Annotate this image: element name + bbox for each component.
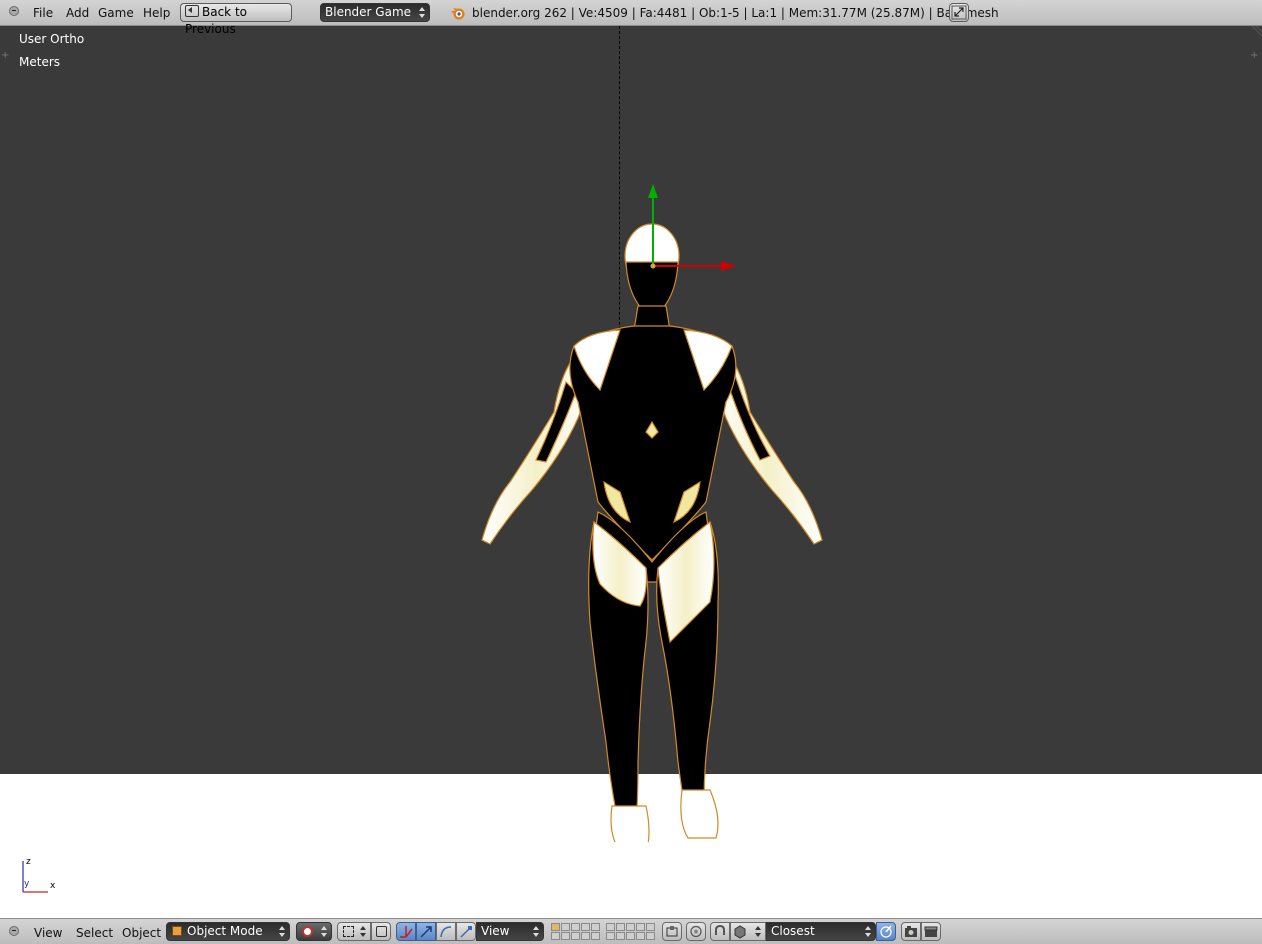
- snap-align-rotation-button[interactable]: [876, 922, 896, 941]
- menu-select[interactable]: Select: [76, 926, 113, 940]
- view-axis-gizmo: [22, 861, 48, 893]
- back-arrow-icon: [185, 5, 199, 17]
- manipulator-axes-icon: [400, 926, 413, 938]
- clapperboard-icon: [924, 926, 938, 937]
- layer-button[interactable]: [581, 932, 590, 940]
- menu-object[interactable]: Object: [122, 926, 161, 940]
- snap-target-select[interactable]: Closest: [766, 922, 876, 941]
- layer-button[interactable]: [591, 923, 600, 931]
- fullscreen-button[interactable]: [949, 3, 969, 22]
- collapse-header-icon[interactable]: [9, 6, 19, 16]
- layer-button[interactable]: [591, 932, 600, 940]
- units-label: Meters: [19, 55, 61, 69]
- scene-layers-group-1[interactable]: [551, 923, 600, 940]
- updown-arrows-icon: [533, 926, 539, 937]
- back-to-previous-button[interactable]: Back to Previous: [180, 3, 292, 36]
- axis-x-label: x: [50, 881, 56, 891]
- updown-arrows-icon: [755, 926, 761, 937]
- camera-icon: [905, 926, 917, 937]
- axis-y-label: y: [24, 879, 30, 889]
- fullscreen-icon: [951, 5, 967, 20]
- layer-button[interactable]: [616, 923, 625, 931]
- region-toggle-left-icon[interactable]: +: [1, 50, 9, 61]
- layer-button[interactable]: [616, 932, 625, 940]
- layer-button[interactable]: [646, 932, 655, 940]
- updown-arrows-icon: [865, 926, 871, 937]
- center-points-icon: [376, 926, 387, 937]
- layer-button[interactable]: [581, 923, 590, 931]
- translate-manipulator-button[interactable]: [416, 922, 436, 941]
- pivot-bounding-box-icon: [343, 926, 354, 937]
- menu-add[interactable]: Add: [66, 6, 89, 20]
- layer-button[interactable]: [636, 923, 645, 931]
- viewport-shading-select[interactable]: [296, 922, 332, 941]
- transform-orientation-select[interactable]: View: [476, 922, 544, 941]
- collapse-header-icon[interactable]: [9, 926, 19, 936]
- snap-target-value: Closest: [771, 924, 815, 938]
- proportional-editing-button[interactable]: [686, 922, 706, 941]
- layer-button[interactable]: [551, 923, 560, 931]
- pivot-point-select[interactable]: [337, 922, 371, 941]
- snap-toggle-button[interactable]: [710, 922, 730, 941]
- align-rotation-icon: [880, 925, 892, 938]
- human-basemesh[interactable]: [470, 222, 850, 842]
- updown-arrows-icon: [279, 926, 285, 937]
- layer-button[interactable]: [626, 932, 635, 940]
- view-name-label: User Ortho: [19, 32, 85, 46]
- updown-arrows-icon: [360, 926, 366, 937]
- layer-button[interactable]: [571, 932, 580, 940]
- menu-game[interactable]: Game: [98, 6, 134, 20]
- scale-handle-icon: [460, 926, 472, 938]
- region-toggle-right-icon[interactable]: +: [1250, 50, 1258, 61]
- scene-stats: blender.org 262 | Ve:4509 | Fa:4481 | Ob…: [472, 6, 999, 20]
- engine-select-value: Blender Game: [325, 5, 412, 19]
- transform-manipulator[interactable]: [620, 176, 750, 286]
- rotate-arc-icon: [440, 926, 452, 938]
- 3d-view-header: View Select Object Object Mode View Clos…: [0, 918, 1262, 944]
- manipulator-y-arrow-icon[interactable]: [648, 184, 658, 198]
- engine-select[interactable]: Blender Game: [320, 3, 430, 22]
- menu-file[interactable]: File: [33, 6, 53, 20]
- info-header: File Add Game Help Back to Previous Blen…: [0, 0, 1262, 36]
- mode-select[interactable]: Object Mode: [166, 922, 290, 941]
- updown-arrows-icon: [419, 7, 425, 18]
- axis-z-label: z: [26, 857, 31, 867]
- updown-arrows-icon: [321, 926, 327, 937]
- transform-orientation-value: View: [481, 924, 510, 938]
- blender-logo-icon: [451, 8, 465, 20]
- object-origin: [650, 263, 656, 269]
- layer-lock-icon: [666, 926, 678, 937]
- layer-button[interactable]: [561, 923, 570, 931]
- magnet-icon: [715, 924, 725, 935]
- area-split-corner-icon[interactable]: [1250, 26, 1262, 36]
- proportional-edit-icon: [690, 925, 702, 938]
- layer-button[interactable]: [561, 932, 570, 940]
- layer-button[interactable]: [626, 923, 635, 931]
- snap-element-select[interactable]: [730, 922, 766, 941]
- lock-camera-layers-button[interactable]: [662, 922, 682, 941]
- translate-arrow-icon: [420, 926, 432, 938]
- 3d-viewport[interactable]: User Ortho Meters + + z y x: [0, 26, 1262, 918]
- opengl-render-image-button[interactable]: [901, 922, 921, 941]
- mode-select-value: Object Mode: [187, 924, 263, 938]
- manipulate-center-points-button[interactable]: [371, 922, 391, 941]
- layer-button[interactable]: [571, 923, 580, 931]
- layer-button[interactable]: [646, 923, 655, 931]
- object-mode-icon: [172, 926, 182, 936]
- manipulator-toggle-button[interactable]: [396, 922, 416, 941]
- shading-solid-icon: [302, 926, 313, 937]
- layer-button[interactable]: [636, 932, 645, 940]
- manipulator-x-arrow-icon[interactable]: [721, 261, 736, 271]
- scale-manipulator-button[interactable]: [456, 922, 476, 941]
- menu-help[interactable]: Help: [143, 6, 170, 20]
- snap-volume-cube-icon: [734, 925, 746, 939]
- layer-button[interactable]: [606, 923, 615, 931]
- rotate-manipulator-button[interactable]: [436, 922, 456, 941]
- layer-button[interactable]: [551, 932, 560, 940]
- scene-layers-group-2[interactable]: [606, 923, 655, 940]
- layer-button[interactable]: [606, 932, 615, 940]
- opengl-render-animation-button[interactable]: [921, 922, 941, 941]
- menu-view[interactable]: View: [34, 926, 62, 940]
